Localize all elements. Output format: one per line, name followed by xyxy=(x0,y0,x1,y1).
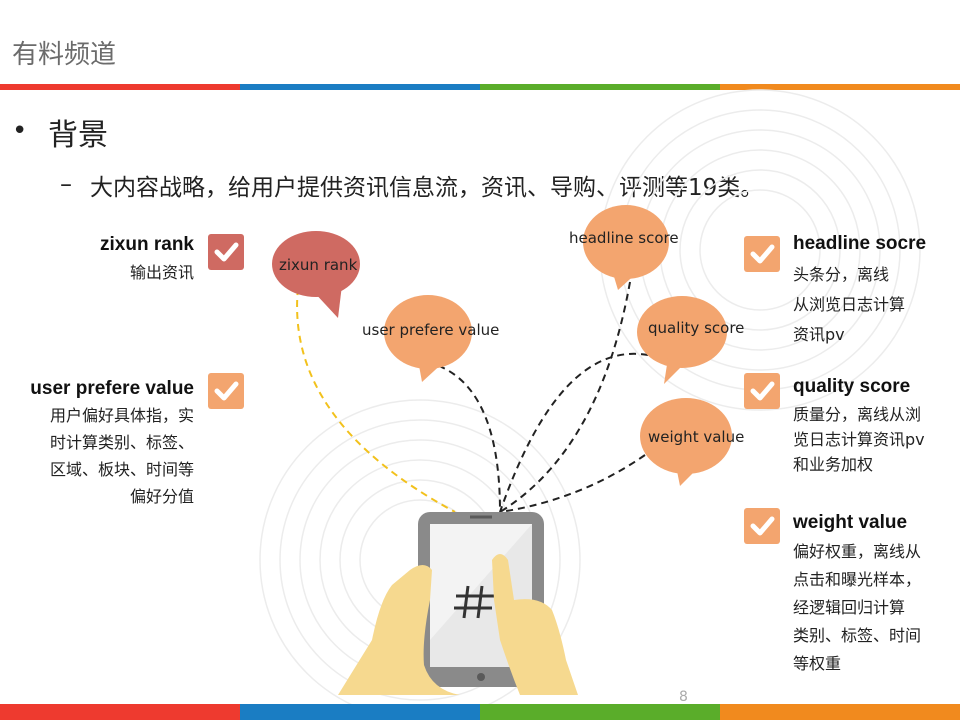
bottom-color-stripe xyxy=(0,704,960,720)
bubble-label-quality-score: quality score xyxy=(648,319,745,337)
bubble-label-zixun-rank: zixun rank xyxy=(279,256,358,274)
right-item-desc-quality: 质量分，离线从浏 览日志计算资讯pv 和业务加权 xyxy=(793,405,925,474)
check-icon xyxy=(744,373,780,409)
right-item-title-headline: headline socre xyxy=(793,233,927,254)
left-item-title-zixun-rank: zixun rank xyxy=(100,234,194,255)
hand-holding-tablet-icon xyxy=(338,512,578,695)
check-icon xyxy=(744,508,780,544)
page-number: 8 xyxy=(679,689,688,705)
bubble-headline-score xyxy=(583,205,669,290)
right-item-desc-headline: 头条分，离线 从浏览日志计算 资讯pv xyxy=(793,265,906,344)
bubble-label-headline-score: headline score xyxy=(569,229,679,247)
bubble-label-weight-value: weight value xyxy=(648,428,745,446)
bubble-label-user-prefere-value: user prefere value xyxy=(362,321,500,339)
check-icon xyxy=(744,236,780,272)
left-item-desc-zixun-rank: 输出资讯 xyxy=(129,263,194,282)
dashed-connectors xyxy=(296,281,649,513)
check-icon xyxy=(208,373,244,409)
bubble-zixun-rank xyxy=(272,231,360,318)
right-item-title-weight: weight value xyxy=(793,512,908,533)
left-item-desc-user-prefere-value: 用户偏好具体指，实 时计算类别、标签、 区域、板块、时间等 偏好分值 xyxy=(49,406,194,506)
right-item-title-quality: quality score xyxy=(793,376,911,397)
bubble-quality-score xyxy=(637,296,727,384)
left-item-title-user-prefere-value: user prefere value xyxy=(30,378,194,399)
check-icon xyxy=(208,234,244,270)
right-item-desc-weight: 偏好权重，离线从 点击和曝光样本， 经逻辑回归计算 类别、标签、时间 等权重 xyxy=(793,542,922,673)
